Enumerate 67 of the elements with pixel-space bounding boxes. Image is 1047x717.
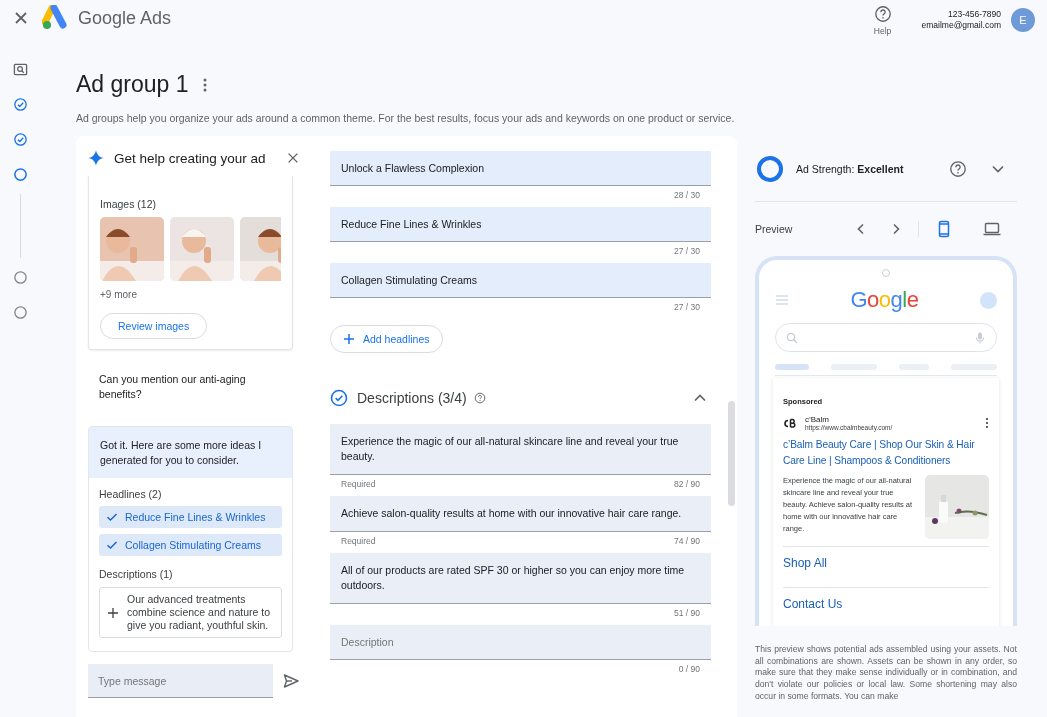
step-pending-icon[interactable] bbox=[12, 305, 28, 320]
advertiser-name: c’Balm bbox=[805, 415, 830, 424]
more-images-count: +9 more bbox=[100, 289, 137, 300]
character-counter: 27 / 30 bbox=[674, 302, 700, 313]
add-headlines-button[interactable]: Add headlines bbox=[330, 325, 443, 353]
page-title: Ad group 1 bbox=[76, 71, 189, 98]
character-counter: 82 / 90 bbox=[674, 479, 700, 490]
description-field[interactable]: All of our products are rated SPF 30 or higher so you can enjoy more time outdoors. bbox=[330, 553, 711, 604]
suggestion-card[interactable]: Our advanced treatments combine science and nature to give you radiant, youthful skin. bbox=[99, 587, 282, 638]
scrollbar[interactable] bbox=[728, 401, 735, 506]
plus-icon bbox=[343, 333, 355, 345]
step-done-icon[interactable] bbox=[12, 132, 28, 147]
menu-icon bbox=[775, 293, 789, 307]
ad-headline: c’Balm Beauty Care | Shop Our Skin & Hair Care Line | Shampoos & Conditioners bbox=[783, 438, 976, 468]
ads-logo-icon bbox=[42, 5, 70, 31]
section-title: Descriptions (3/4) bbox=[357, 390, 467, 406]
close-icon[interactable] bbox=[13, 10, 29, 26]
review-images-button[interactable]: Review images bbox=[100, 313, 208, 339]
google-logo: Google bbox=[850, 287, 919, 313]
description-field[interactable]: Achieve salon-quality results at home with our innovative hair care range. bbox=[330, 496, 711, 532]
suggestion-chip[interactable]: Reduce Fine Lines & Wrinkles bbox=[99, 506, 282, 528]
step-pending-icon[interactable] bbox=[12, 270, 28, 285]
sparkle-icon bbox=[88, 150, 104, 166]
suggestion-chip[interactable]: Collagen Stimulating Creams bbox=[99, 534, 282, 556]
close-icon[interactable] bbox=[286, 151, 300, 165]
headline-field[interactable]: Unlock a Flawless Complexion bbox=[330, 151, 711, 186]
help-icon[interactable] bbox=[949, 160, 967, 178]
more-icon[interactable] bbox=[202, 77, 207, 92]
helper-text: Required bbox=[341, 479, 376, 490]
ad-strength-label: Ad Strength: Excellent bbox=[796, 163, 905, 175]
help-icon[interactable] bbox=[473, 392, 486, 404]
assistant-reply-text: Got it. Here are some more ideas I generated for you to consider. bbox=[89, 427, 292, 478]
character-counter: 28 / 30 bbox=[674, 190, 700, 201]
character-counter: 0 / 90 bbox=[678, 664, 700, 675]
send-icon[interactable] bbox=[283, 673, 299, 689]
more-icon bbox=[985, 417, 989, 429]
sitelink[interactable]: Shop All bbox=[783, 547, 989, 580]
step-done-icon[interactable] bbox=[12, 97, 28, 112]
descriptions-label: Descriptions (1) bbox=[99, 568, 174, 580]
user-message: Can you mention our anti-aging benefits? bbox=[99, 372, 247, 402]
mic-icon bbox=[974, 331, 986, 344]
description-field[interactable]: Description bbox=[330, 625, 711, 660]
preview-disclaimer: This preview shows potential ads assembled using your assets. Not all combinations are shown. Assets can be shown in any order, so make sure that they make sense individually or in combination, and don't violate our policies or local law. Some shortening may also occur in some formats. You can make bbox=[755, 644, 1017, 703]
helper-text: Required bbox=[341, 536, 376, 547]
page-description: Ad groups help you organize your ads around a common theme. For the best results, focus your ads and keywords on one product or service. bbox=[76, 112, 736, 124]
step-current-icon[interactable] bbox=[12, 167, 28, 182]
character-counter: 51 / 90 bbox=[674, 608, 700, 619]
character-counter: 74 / 90 bbox=[674, 536, 700, 547]
description-field[interactable]: Experience the magic of our all-natural skincare line and reveal your true beauty. bbox=[330, 424, 711, 475]
preview-label: Preview bbox=[755, 223, 794, 235]
character-counter: 27 / 30 bbox=[674, 246, 700, 257]
headlines-label: Headlines (2) bbox=[99, 488, 163, 500]
images-label: Images (12) bbox=[100, 198, 157, 210]
assistant-title: Get help creating your ad bbox=[114, 150, 267, 166]
sitelink[interactable]: Contact Us bbox=[783, 588, 989, 621]
headline-field[interactable]: Reduce Fine Lines & Wrinkles bbox=[330, 207, 711, 242]
product-name: Google Ads bbox=[78, 7, 172, 29]
account-email: emailme@gmail.com bbox=[921, 20, 1001, 31]
preview-icon[interactable] bbox=[12, 62, 28, 77]
message-input[interactable]: Type message bbox=[88, 664, 273, 698]
laptop-icon[interactable] bbox=[983, 220, 1001, 238]
search-icon bbox=[786, 331, 798, 344]
help-button[interactable]: Help bbox=[873, 4, 892, 36]
account-phone: 123-456-7890 bbox=[948, 9, 1001, 20]
brand-logo-icon bbox=[783, 418, 797, 428]
avatar-placeholder bbox=[980, 291, 997, 309]
headline-field[interactable]: Collagen Stimulating Creams bbox=[330, 263, 711, 298]
